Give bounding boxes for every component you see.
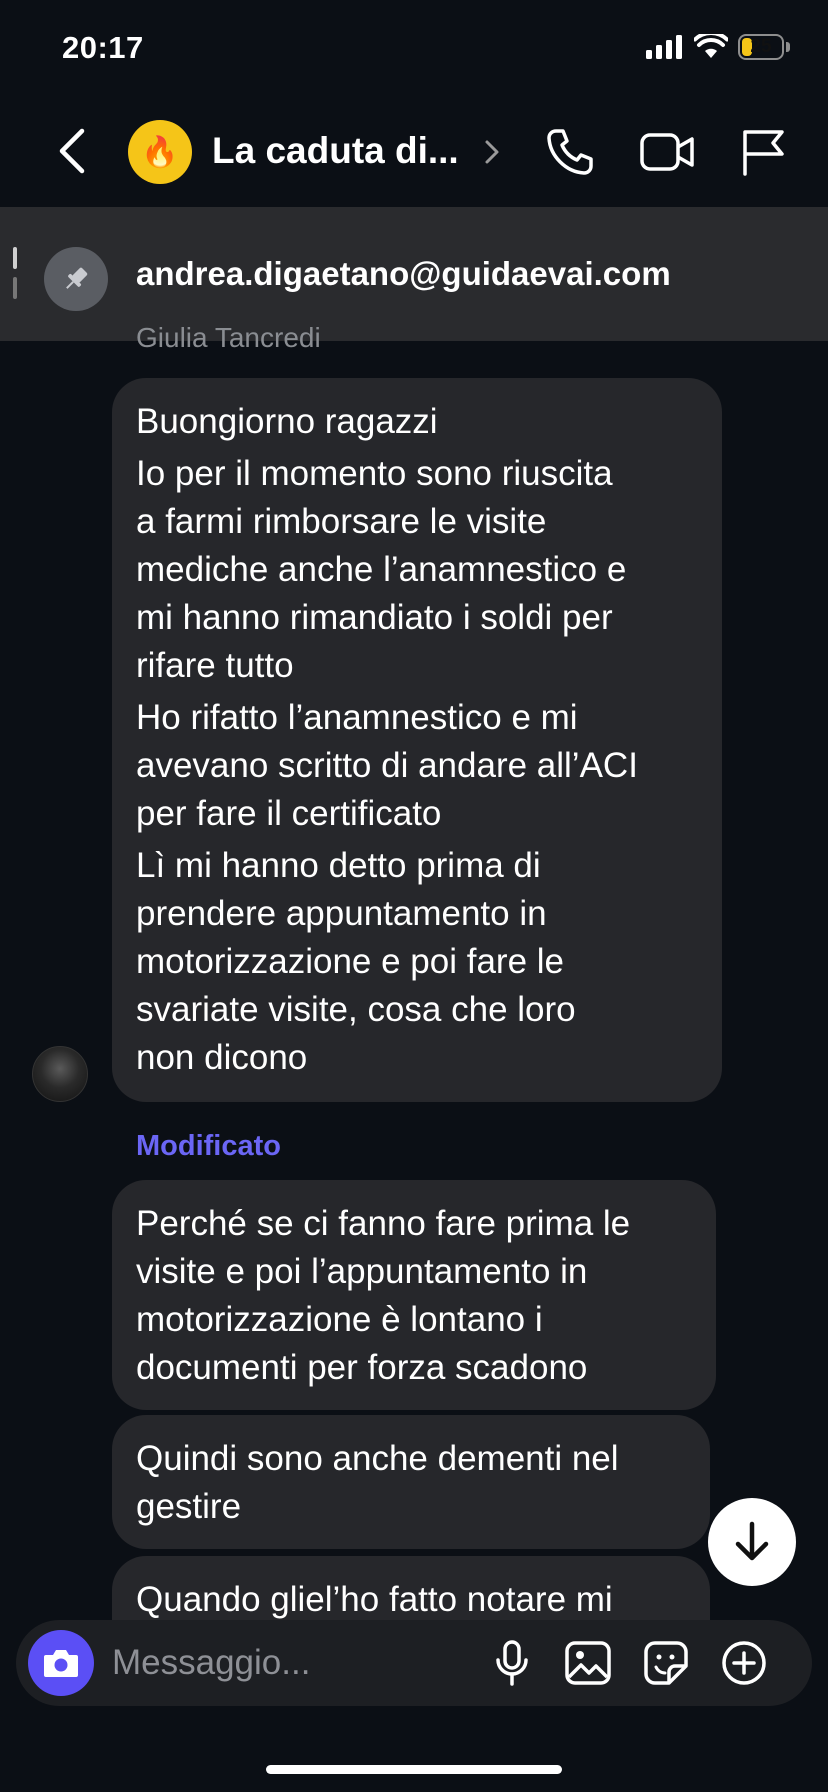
message-line: Buongiorno ragazzi (136, 402, 438, 441)
battery-level: 25 (750, 36, 772, 57)
message-line: Io per il momento sono riuscita (136, 454, 613, 493)
scroll-to-bottom-button[interactable] (708, 1498, 796, 1586)
pinned-message-text: andrea.digaetano@guidaevai.com (136, 255, 671, 292)
plus-circle-icon (722, 1641, 766, 1685)
signal-icon (646, 35, 682, 59)
status-time: 20:17 (62, 30, 144, 65)
sender-name: Giulia Tancredi (136, 322, 321, 353)
edited-label: Modificato (136, 1130, 281, 1162)
message-line: documenti per forza scadono (136, 1348, 588, 1387)
pin-icon (44, 247, 108, 311)
gallery-button[interactable] (564, 1639, 612, 1687)
group-avatar[interactable]: 🔥 (128, 120, 192, 184)
arrow-down-icon (735, 1521, 769, 1561)
home-indicator (266, 1765, 562, 1774)
message-line: visite e poi l’appuntamento in (136, 1252, 588, 1291)
pinned-message-bar[interactable]: andrea.digaetano@guidaevai.com (0, 207, 828, 341)
message-line: Perché se ci fanno fare prima le (136, 1204, 631, 1243)
message-bubble[interactable]: Perché se ci fanno fare prima le visite e… (112, 1180, 716, 1410)
camera-button[interactable] (28, 1630, 94, 1696)
message-line: avevano scritto di andare all’ACI (136, 746, 638, 785)
message-line: motorizzazione e poi fare le (136, 942, 564, 981)
message-line: svariate visite, cosa che loro (136, 990, 576, 1029)
message-line: mi hanno rimandiato i soldi per (136, 598, 613, 637)
message-bubble[interactable]: Buongiorno ragazzi Io per il momento sono… (112, 378, 722, 1102)
camera-icon (44, 1650, 78, 1677)
message-line: prendere appuntamento in (136, 894, 547, 933)
message-line: Lì mi hanno detto prima di (136, 846, 541, 885)
message-line: per fare il certificato (136, 794, 442, 833)
report-flag-button[interactable] (740, 128, 786, 176)
message-line: mediche anche l’anamnestico e (136, 550, 627, 589)
chat-title[interactable]: La caduta di... (212, 130, 459, 172)
message-line: Quindi sono anche dementi nel (136, 1439, 619, 1478)
back-button[interactable] (52, 126, 92, 176)
more-button[interactable] (720, 1639, 768, 1687)
message-line: Ho rifatto l’anamnestico e mi (136, 698, 578, 737)
message-composer (16, 1620, 812, 1706)
wifi-icon (694, 34, 728, 58)
sticker-icon (644, 1641, 688, 1685)
message-bubble[interactable]: Quindi sono anche dementi nel gestire (112, 1415, 710, 1549)
message-line: a farmi rimborsare le visite (136, 502, 547, 541)
message-line: gestire (136, 1487, 242, 1526)
battery-icon: 25 (738, 34, 784, 60)
message-line: motorizzazione è lontano i (136, 1300, 543, 1339)
message-line: Quando gliel’ho fatto notare mi (136, 1580, 613, 1619)
message-input[interactable] (112, 1636, 492, 1690)
video-call-button[interactable] (640, 131, 696, 173)
status-icons: 25 (646, 34, 790, 60)
message-line: rifare tutto (136, 646, 294, 685)
sender-avatar[interactable] (32, 1046, 88, 1102)
phone-button[interactable] (545, 127, 595, 177)
microphone-icon (496, 1640, 528, 1686)
gallery-icon (565, 1641, 611, 1685)
sticker-button[interactable] (642, 1639, 690, 1687)
fire-icon: 🔥 (141, 135, 179, 169)
microphone-button[interactable] (488, 1639, 536, 1687)
message-line: non dicono (136, 1038, 308, 1077)
chevron-right-icon[interactable] (483, 138, 501, 166)
